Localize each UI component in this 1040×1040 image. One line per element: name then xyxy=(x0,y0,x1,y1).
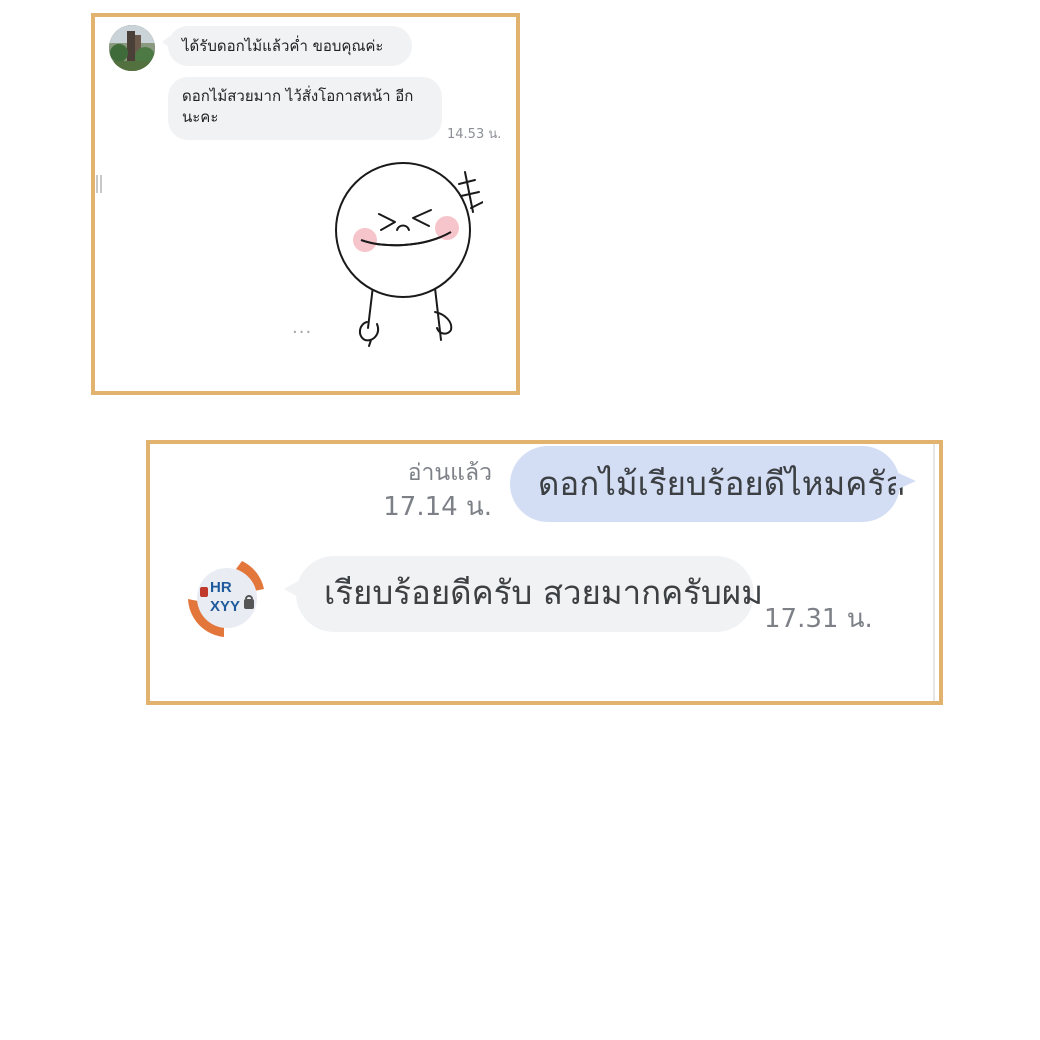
message-text: ดอกไม้สวยมาก ไว้สั่งโอกาสหน้า อีกนะคะ xyxy=(182,87,414,126)
message-text: เรียบร้อยดีครับ สวยมากครับผม xyxy=(324,573,763,612)
read-status: อ่านแล้ว xyxy=(407,460,492,486)
sender-avatar[interactable] xyxy=(109,25,155,71)
reply-timestamp: 17.31 น. xyxy=(764,604,873,634)
sticker-icon xyxy=(335,162,484,347)
avatar-line1: HR xyxy=(210,579,232,596)
message-bubble[interactable]: ดอกไม้สวยมาก ไว้สั่งโอกาสหน้า อีกนะคะ xyxy=(168,77,442,140)
resize-handle-icon[interactable] xyxy=(96,175,102,193)
outgoing-message-bubble[interactable]: ดอกไม้เรียบร้อยดีไหมครัล xyxy=(510,446,916,522)
hr-avatar[interactable]: HR XYY xyxy=(184,555,270,641)
message-text: ดอกไม้เรียบร้อยดีไหมครัล xyxy=(538,464,906,503)
hr-logo-icon: HR XYY xyxy=(185,556,269,640)
chat-screenshot-bottom: อ่านแล้ว 17.14 น. ดอกไม้เรียบร้อยดีไหมคร… xyxy=(146,440,943,705)
laughing-face-sticker[interactable] xyxy=(323,162,484,357)
divider xyxy=(933,444,935,701)
chat-screenshot-top: ได้รับดอกไม้แล้วค่ำ ขอบคุณค่ะ ดอกไม้สวยม… xyxy=(91,13,520,395)
avatar-photo-icon xyxy=(109,25,155,71)
message-text: ได้รับดอกไม้แล้วค่ำ ขอบคุณค่ะ xyxy=(182,37,384,55)
incoming-message-bubble[interactable]: เรียบร้อยดีครับ สวยมากครับผม xyxy=(284,556,763,632)
more-indicator: ... xyxy=(292,317,313,338)
sent-timestamp: 17.14 น. xyxy=(383,492,492,522)
message-timestamp: 14.53 น. xyxy=(447,127,502,142)
message-bubble[interactable]: ได้รับดอกไม้แล้วค่ำ ขอบคุณค่ะ xyxy=(162,26,412,66)
avatar-line2: XYY xyxy=(210,598,240,615)
